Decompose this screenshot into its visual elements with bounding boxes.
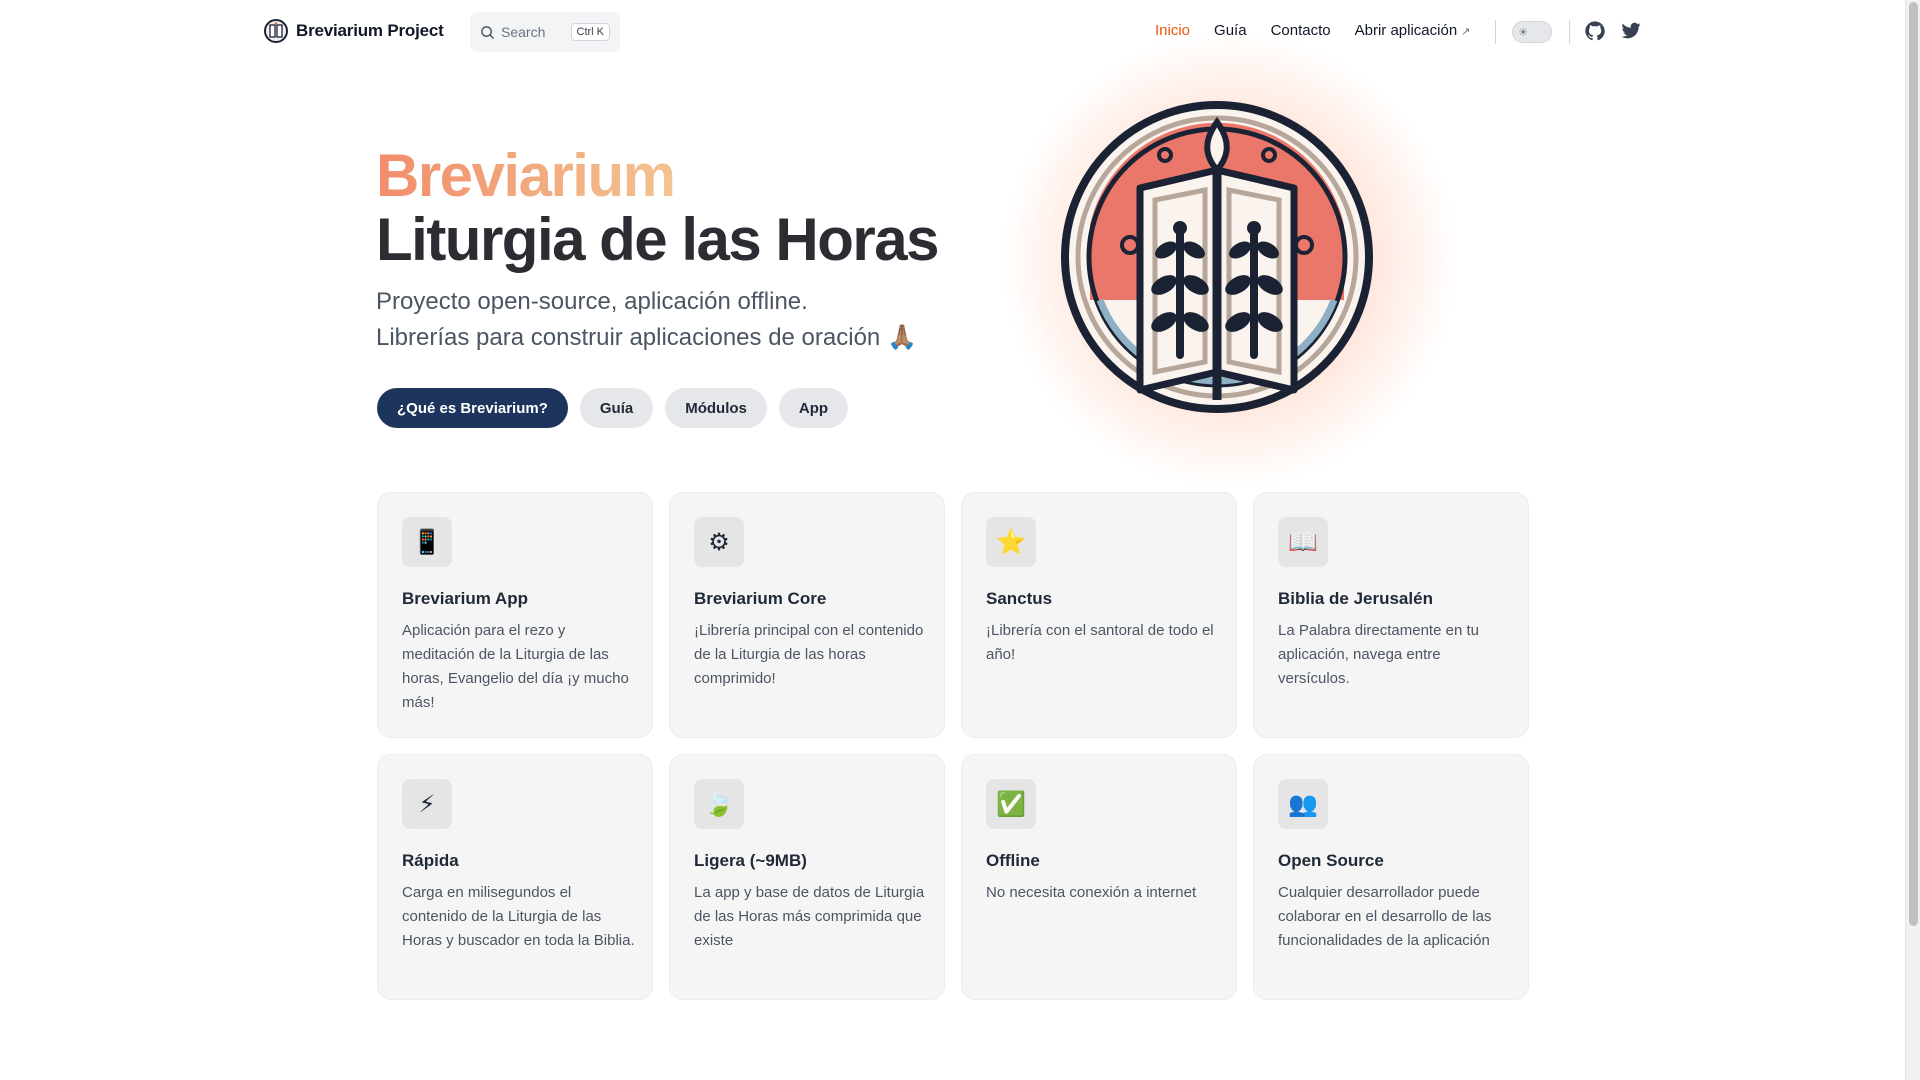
search-icon xyxy=(481,25,494,39)
hero-subtitle-line-2: Librerías para construir aplicaciones de… xyxy=(376,324,917,351)
sun-icon: ☀ xyxy=(1518,26,1528,39)
mobile-phone-icon: 📱 xyxy=(402,517,452,567)
star-icon: ⭐ xyxy=(986,517,1036,567)
app-button[interactable]: App xyxy=(778,388,849,428)
leaf-icon: 🍃 xyxy=(694,779,744,829)
nav-divider xyxy=(1569,20,1570,44)
users-icon: 👥 xyxy=(1278,779,1328,829)
feature-card-title: Sanctus xyxy=(986,589,1053,608)
feature-card-description: ¡Librería principal con el contenido de … xyxy=(694,622,924,687)
scrollbar-thumb[interactable] xyxy=(1909,2,1918,926)
lightning-icon: ⚡ xyxy=(402,779,452,829)
github-icon[interactable] xyxy=(1584,20,1606,42)
check-mark-icon: ✅ xyxy=(986,779,1036,829)
hero-title-brand: Breviarium xyxy=(376,140,676,212)
feature-card-description: Cualquier desarrollador puede colaborar … xyxy=(1278,884,1492,949)
hero-subtitle: Proyecto open-source, aplicación offline… xyxy=(376,284,917,356)
theme-toggle[interactable]: ☀ xyxy=(1512,21,1552,43)
feature-card-description: ¡Librería con el santoral de todo el año… xyxy=(986,622,1214,663)
brand-link[interactable]: Breviarium Project xyxy=(264,19,444,43)
feature-card-description: La app y base de datos de Liturgia de la… xyxy=(694,884,925,949)
que-es-breviarium-button[interactable]: ¿Qué es Breviarium? xyxy=(377,388,568,428)
feature-card-title: Breviarium Core xyxy=(694,589,827,608)
search-button[interactable]: Search Ctrl K xyxy=(470,12,620,52)
feature-card-title: Ligera (~9MB) xyxy=(694,851,807,870)
breviarium-emblem-icon xyxy=(1061,101,1373,413)
feature-card-sanctus[interactable]: ⭐ Sanctus ¡Librería con el santoral de t… xyxy=(961,492,1237,738)
feature-card-biblia-de-jerusalen[interactable]: 📖 Biblia de Jerusalén La Palabra directa… xyxy=(1253,492,1529,738)
external-link-icon: ↗ xyxy=(1461,26,1471,38)
feature-card-breviarium-app[interactable]: 📱 Breviarium App Aplicación para el rezo… xyxy=(377,492,653,738)
hero-subtitle-line-1: Proyecto open-source, aplicación offline… xyxy=(376,288,808,315)
page-scrollbar[interactable] xyxy=(1905,0,1920,1080)
feature-card-title: Open Source xyxy=(1278,851,1384,870)
modulos-button[interactable]: Módulos xyxy=(665,388,767,428)
open-book-icon: 📖 xyxy=(1278,517,1328,567)
feature-card-offline: ✅ Offline No necesita conexión a interne… xyxy=(961,754,1237,1000)
feature-card-description: Aplicación para el rezo y meditación de … xyxy=(402,622,629,711)
top-navbar: Breviarium Project Search Ctrl K Inicio … xyxy=(0,0,1905,64)
feature-card-breviarium-core[interactable]: ⚙ Breviarium Core ¡Librería principal co… xyxy=(669,492,945,738)
nav-divider xyxy=(1495,20,1496,44)
twitter-icon[interactable] xyxy=(1620,20,1642,42)
hero-buttons: ¿Qué es Breviarium? Guía Módulos App xyxy=(377,388,849,428)
feature-card-ligera: 🍃 Ligera (~9MB) La app y base de datos d… xyxy=(669,754,945,1000)
feature-card-open-source: 👥 Open Source Cualquier desarrollador pu… xyxy=(1253,754,1529,1000)
hero-title: Liturgia de las Horas xyxy=(376,206,940,273)
feature-card-rapida: ⚡ Rápida Carga en milisegundos el conten… xyxy=(377,754,653,1000)
feature-card-title: Rápida xyxy=(402,851,459,870)
feature-card-title: Biblia de Jerusalén xyxy=(1278,589,1433,608)
feature-card-title: Breviarium App xyxy=(402,589,528,608)
breviarium-logo-icon xyxy=(264,19,288,43)
nav-link-abrir-aplicacion[interactable]: Abrir aplicación ↗ xyxy=(1355,22,1471,39)
search-shortcut-hint: Ctrl K xyxy=(570,23,610,41)
nav-link-abrir-aplicacion-label: Abrir aplicación xyxy=(1354,22,1458,39)
gear-icon: ⚙ xyxy=(694,517,744,567)
feature-card-title: Offline xyxy=(986,851,1040,870)
feature-card-description: No necesita conexión a internet xyxy=(986,884,1197,901)
guia-button[interactable]: Guía xyxy=(579,388,654,428)
feature-card-description: La Palabra directamente en tu aplicación… xyxy=(1278,622,1479,687)
search-label: Search xyxy=(501,24,546,40)
feature-card-description: Carga en milisegundos el contenido de la… xyxy=(402,884,635,949)
brand-name: Breviarium Project xyxy=(296,21,444,40)
